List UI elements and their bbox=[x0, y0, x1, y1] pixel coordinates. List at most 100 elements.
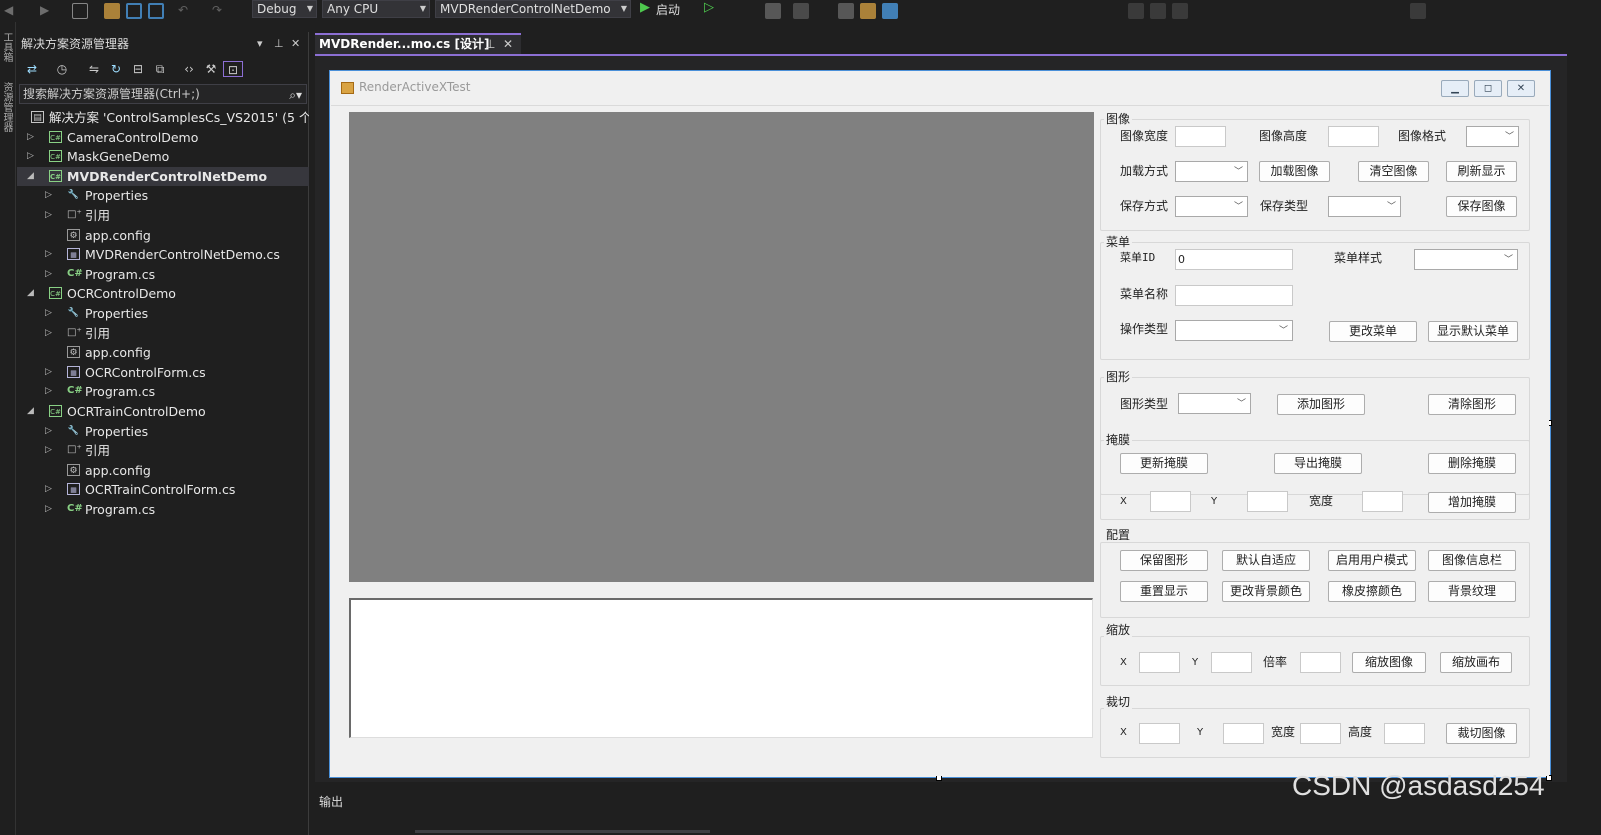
mask-y-input[interactable] bbox=[1247, 491, 1288, 512]
expand-arrow-icon[interactable]: ▷ bbox=[45, 186, 52, 205]
tree-item[interactable]: ▷ C# CameraControlDemo bbox=[17, 128, 309, 147]
toolbar-tool-icon[interactable] bbox=[882, 3, 898, 19]
expand-arrow-icon[interactable]: ▷ bbox=[27, 128, 34, 147]
layout-icon[interactable] bbox=[1410, 3, 1426, 19]
log-textbox[interactable] bbox=[349, 598, 1093, 738]
toolbar-tool-icon[interactable] bbox=[793, 3, 809, 19]
dropdown-icon[interactable]: ▾ bbox=[257, 32, 263, 56]
startup-project-select[interactable]: MVDRenderControlNetDemo ▼ bbox=[435, 0, 631, 18]
tree-item[interactable]: ▤ 解决方案 'ControlSamplesCs_VS2015' (5 个项目 bbox=[17, 108, 309, 127]
undo-icon[interactable]: ↶ bbox=[178, 3, 194, 19]
start-without-debug-icon[interactable]: ▷ bbox=[704, 0, 714, 15]
properties-icon[interactable]: ⚒ bbox=[203, 61, 219, 77]
show-all-files-icon[interactable]: ⧉ bbox=[152, 61, 168, 77]
expand-arrow-icon[interactable]: ▷ bbox=[45, 500, 52, 519]
zoom-x-input[interactable] bbox=[1139, 652, 1180, 673]
view-code-icon[interactable]: ‹› bbox=[181, 61, 197, 77]
clear-image-button[interactable]: 清空图像 bbox=[1358, 161, 1429, 182]
show-default-menu-button[interactable]: 显示默认菜单 bbox=[1428, 321, 1518, 342]
tree-item[interactable]: ▷ 🔧 Properties bbox=[17, 186, 309, 205]
menu-name-input[interactable] bbox=[1175, 285, 1293, 306]
expand-arrow-icon[interactable]: ▷ bbox=[45, 265, 52, 284]
tree-item[interactable]: ◢ C# MVDRenderControlNetDemo bbox=[17, 166, 309, 186]
expanded-arrow-icon[interactable]: ◢ bbox=[27, 284, 34, 303]
expanded-arrow-icon[interactable]: ◢ bbox=[27, 167, 34, 186]
expand-arrow-icon[interactable]: ▷ bbox=[45, 324, 52, 343]
expand-arrow-icon[interactable]: ▷ bbox=[45, 245, 52, 264]
expand-arrow-icon[interactable]: ▷ bbox=[45, 304, 52, 323]
reset-display-button[interactable]: 重置显示 bbox=[1120, 581, 1208, 602]
tree-item[interactable]: ▷ C# Program.cs bbox=[17, 265, 309, 284]
expand-arrow-icon[interactable]: ▷ bbox=[45, 480, 52, 499]
load-image-button[interactable]: 加载图像 bbox=[1259, 161, 1330, 182]
keep-shape-button[interactable]: 保留图形 bbox=[1120, 550, 1208, 571]
image-height-input[interactable] bbox=[1328, 126, 1379, 147]
expand-arrow-icon[interactable]: ▷ bbox=[45, 382, 52, 401]
config-select[interactable]: Debug ▼ bbox=[252, 0, 317, 18]
search-icon[interactable]: ⌕▾ bbox=[289, 86, 302, 104]
sync-icon[interactable]: ⇄ bbox=[24, 61, 40, 77]
tree-item[interactable]: ▷ ▦ MVDRenderControlNetDemo.cs bbox=[17, 245, 309, 264]
tree-item[interactable]: ▷ □⁺ 引用 bbox=[17, 441, 309, 460]
image-format-select[interactable]: ﹀ bbox=[1466, 126, 1519, 147]
tree-item[interactable]: ▷ 🔧 Properties bbox=[17, 422, 309, 441]
pin-icon[interactable]: ⊥ bbox=[274, 32, 284, 56]
toolbar-tool-icon[interactable] bbox=[860, 3, 876, 19]
collapse-all-icon[interactable]: ⊟ bbox=[130, 61, 146, 77]
menu-style-select[interactable]: ﹀ bbox=[1414, 249, 1518, 270]
expanded-arrow-icon[interactable]: ◢ bbox=[27, 402, 34, 421]
align-icon[interactable] bbox=[1150, 3, 1166, 19]
tree-item[interactable]: ▷ 🔧 Properties bbox=[17, 304, 309, 323]
back-icon[interactable]: ◀ bbox=[4, 3, 20, 19]
zoom-image-button[interactable]: 缩放图像 bbox=[1352, 652, 1426, 673]
toolbar-tool-icon[interactable] bbox=[838, 3, 854, 19]
tree-item[interactable]: ▷ C# Program.cs bbox=[17, 500, 309, 519]
tree-item[interactable]: ▷ □⁺ 引用 bbox=[17, 324, 309, 343]
refresh-display-button[interactable]: 刷新显示 bbox=[1446, 161, 1517, 182]
clear-shape-button[interactable]: 清除图形 bbox=[1428, 394, 1516, 415]
render-control-area[interactable] bbox=[349, 112, 1094, 582]
tree-item[interactable]: ▷ □⁺ 引用 bbox=[17, 206, 309, 225]
load-mode-select[interactable]: ﹀ bbox=[1175, 161, 1248, 182]
expand-arrow-icon[interactable]: ▷ bbox=[45, 363, 52, 382]
toolbox-tab[interactable]: 工具箱 bbox=[1, 32, 14, 62]
bg-texture-button[interactable]: 背景纹理 bbox=[1428, 581, 1516, 602]
user-mode-button[interactable]: 启用用户模式 bbox=[1328, 550, 1416, 571]
crop-width-input[interactable] bbox=[1300, 723, 1341, 744]
pending-changes-icon[interactable]: ⇋ bbox=[86, 61, 102, 77]
crop-image-button[interactable]: 裁切图像 bbox=[1446, 723, 1517, 744]
save-image-button[interactable]: 保存图像 bbox=[1446, 196, 1517, 217]
align-icon[interactable] bbox=[1172, 3, 1188, 19]
minimize-icon[interactable]: ▁ bbox=[1441, 80, 1469, 97]
tab-designer[interactable]: MVDRender...mo.cs [设计] ⊥ ✕ bbox=[315, 33, 521, 54]
save-all-icon[interactable] bbox=[148, 3, 164, 19]
platform-select[interactable]: Any CPU ▼ bbox=[322, 0, 430, 18]
explorer-tab[interactable]: 资源管理器 bbox=[1, 82, 14, 132]
zoom-ratio-input[interactable] bbox=[1300, 652, 1341, 673]
save-type-select[interactable]: ﹀ bbox=[1328, 196, 1401, 217]
tree-item[interactable]: ⚙ app.config bbox=[17, 343, 309, 362]
close-icon[interactable]: ✕ bbox=[291, 32, 300, 56]
add-shape-button[interactable]: 添加图形 bbox=[1277, 394, 1365, 415]
start-button[interactable]: 启动 bbox=[656, 1, 680, 18]
close-icon[interactable]: ✕ bbox=[1507, 80, 1535, 97]
tree-item[interactable]: ▷ C# MaskGeneDemo bbox=[17, 147, 309, 166]
tree-item[interactable]: ▷ C# Program.cs bbox=[17, 382, 309, 401]
refresh-icon[interactable]: ↻ bbox=[108, 61, 124, 77]
export-mask-button[interactable]: 导出掩膜 bbox=[1274, 453, 1362, 474]
change-bg-color-button[interactable]: 更改背景颜色 bbox=[1222, 581, 1310, 602]
mask-x-input[interactable] bbox=[1150, 491, 1191, 512]
info-bar-button[interactable]: 图像信息栏 bbox=[1428, 550, 1516, 571]
save-icon[interactable] bbox=[126, 3, 142, 19]
crop-y-input[interactable] bbox=[1223, 723, 1264, 744]
tree-item[interactable]: ◢ C# OCRTrainControlDemo bbox=[17, 402, 309, 421]
mask-width-input[interactable] bbox=[1362, 491, 1403, 512]
new-project-icon[interactable] bbox=[72, 3, 88, 19]
menu-id-input[interactable]: 0 bbox=[1175, 249, 1293, 270]
shape-type-select[interactable]: ﹀ bbox=[1178, 393, 1251, 414]
scrollbar[interactable] bbox=[415, 830, 710, 833]
default-fit-button[interactable]: 默认自适应 bbox=[1222, 550, 1310, 571]
delete-mask-button[interactable]: 删除掩膜 bbox=[1428, 453, 1516, 474]
open-folder-icon[interactable] bbox=[104, 3, 120, 19]
preview-selected-icon[interactable]: ⊡ bbox=[223, 61, 243, 77]
